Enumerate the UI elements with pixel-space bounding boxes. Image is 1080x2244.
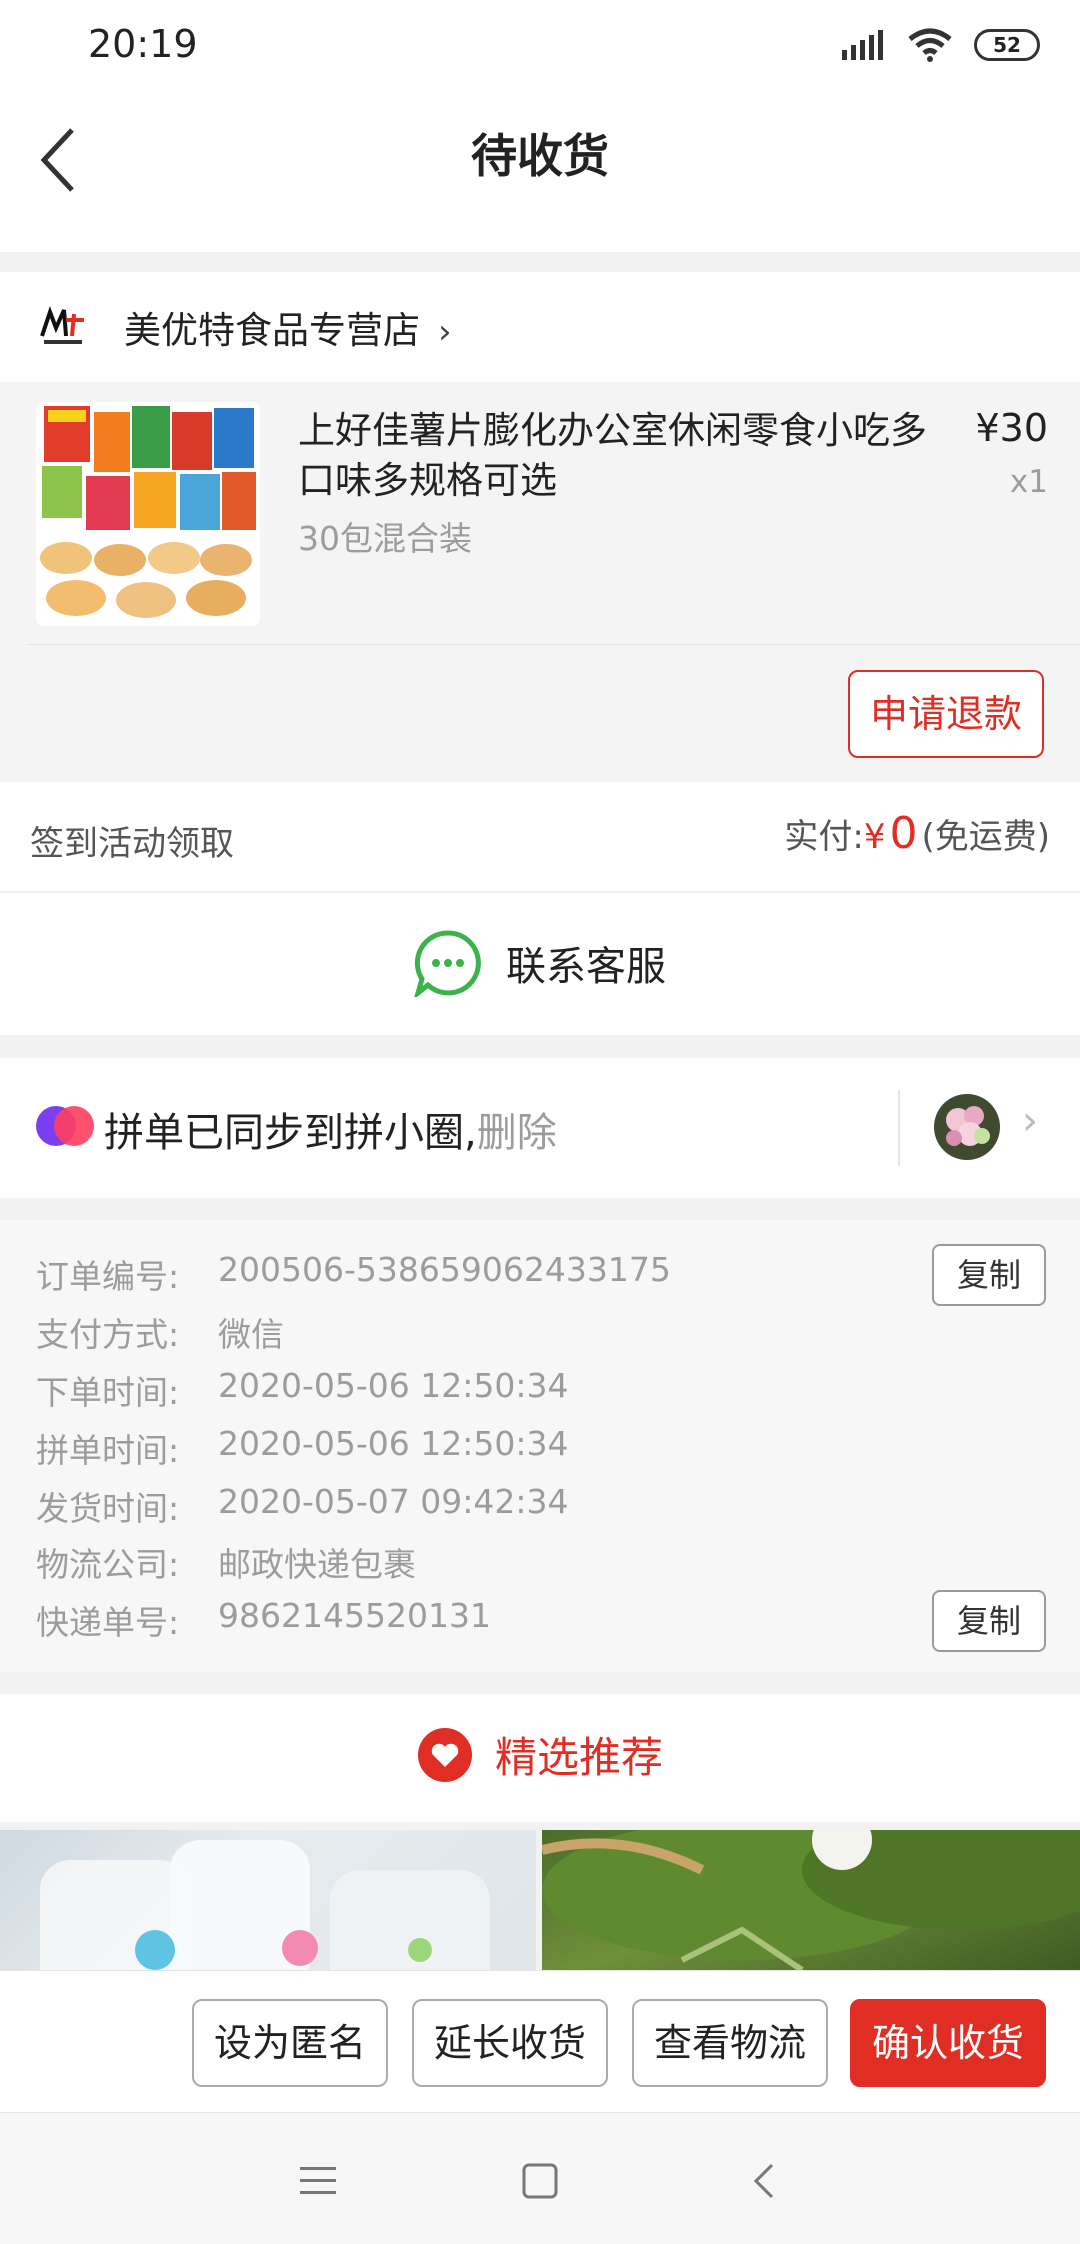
group-sync-row[interactable]: 拼单已同步到拼小圈,删除 › <box>0 1058 1080 1198</box>
set-anonymous-button[interactable]: 设为匿名 <box>192 1999 388 2087</box>
contact-service-button[interactable]: 联系客服 <box>0 893 1080 1035</box>
product-quantity: x1 <box>1009 464 1048 500</box>
signal-icon <box>842 30 883 60</box>
info-key: 订单编号: <box>36 1257 180 1296</box>
copy-order-number-button[interactable]: 复制 <box>932 1244 1046 1306</box>
group-sync-message: 拼单已同步到拼小圈, <box>104 1110 477 1156</box>
chevron-right-icon: › <box>438 312 452 352</box>
ship-time: 2020-05-07 09:42:34 <box>218 1482 569 1521</box>
product-image <box>36 402 260 626</box>
payment-method: 微信 <box>218 1315 284 1354</box>
menu-icon[interactable] <box>294 2157 342 2205</box>
battery-indicator: 52 <box>974 29 1040 61</box>
promo-label: 签到活动领取 <box>30 824 234 864</box>
group-sync-text: 拼单已同步到拼小圈,删除 <box>104 1100 557 1158</box>
store-row[interactable]: 美优特食品专营店 › <box>0 272 1080 382</box>
info-key: 下单时间: <box>36 1373 180 1412</box>
group-time: 2020-05-06 12:50:34 <box>218 1424 569 1463</box>
info-row-order-number: 订单编号: 200506-538659062433175 <box>36 1250 671 1298</box>
currency-symbol: ¥ <box>863 817 886 857</box>
paid-amount: 0 <box>889 808 918 859</box>
product-thumbnail[interactable] <box>36 402 260 626</box>
tracking-number: 9862145520131 <box>218 1596 491 1635</box>
payment-row: 签到活动领取 实付: ¥ 0 (免运费) <box>0 782 1080 892</box>
order-time: 2020-05-06 12:50:34 <box>218 1366 569 1405</box>
goods-card[interactable]: 上好佳薯片膨化办公室休闲零食小吃多口味多规格可选 30包混合装 ¥30 x1 申… <box>0 382 1080 782</box>
refund-button[interactable]: 申请退款 <box>848 670 1044 758</box>
recommend-product-image[interactable] <box>542 1830 1080 1970</box>
action-bar: 设为匿名 延长收货 查看物流 确认收货 <box>0 1970 1080 2112</box>
info-row-payment-method: 支付方式: 微信 <box>36 1308 284 1356</box>
store-logo-icon <box>40 306 84 344</box>
circles-logo-icon <box>36 1106 94 1146</box>
info-row-ship-time: 发货时间: 2020-05-07 09:42:34 <box>36 1482 568 1530</box>
extend-receipt-button[interactable]: 延长收货 <box>412 1999 608 2087</box>
info-key: 快递单号: <box>36 1603 180 1642</box>
view-logistics-button[interactable]: 查看物流 <box>632 1999 828 2087</box>
order-info: 订单编号: 200506-538659062433175 复制 支付方式: 微信… <box>0 1220 1080 1672</box>
page-header: 待收货 <box>0 96 1080 252</box>
wifi-icon <box>908 28 952 62</box>
avatar-image <box>934 1094 1000 1160</box>
info-key: 拼单时间: <box>36 1431 180 1470</box>
order-number: 200506-538659062433175 <box>218 1250 671 1289</box>
delete-link[interactable]: 删除 <box>477 1110 557 1156</box>
product-title: 上好佳薯片膨化办公室休闲零食小吃多口味多规格可选 <box>298 409 927 502</box>
confirm-receipt-button[interactable]: 确认收货 <box>850 1999 1046 2087</box>
info-row-logistics-company: 物流公司: 邮政快递包裹 <box>36 1538 416 1586</box>
heart-badge-icon <box>417 1727 472 1782</box>
info-key: 支付方式: <box>36 1315 180 1354</box>
recommend-title: 精选推荐 <box>494 1733 663 1782</box>
contact-service-label: 联系客服 <box>506 944 666 990</box>
paid-summary: 实付: ¥ 0 (免运费) <box>784 808 1050 859</box>
chevron-right-icon: › <box>1022 1098 1038 1144</box>
info-key: 物流公司: <box>36 1545 180 1584</box>
info-row-group-time: 拼单时间: 2020-05-06 12:50:34 <box>36 1424 568 1472</box>
store-name: 美优特食品专营店 <box>124 309 420 352</box>
product-image <box>40 1840 490 1970</box>
info-row-tracking-number: 快递单号: 9862145520131 <box>36 1596 491 1644</box>
recommend-header: 精选推荐 <box>0 1694 1080 1822</box>
shipping-note: (免运费) <box>921 817 1050 857</box>
status-icons: 52 <box>842 28 1040 62</box>
product-spec: 30包混合装 <box>298 519 472 558</box>
recommend-product-image[interactable] <box>0 1830 536 1970</box>
product-price: ¥30 <box>975 406 1048 450</box>
info-row-order-time: 下单时间: 2020-05-06 12:50:34 <box>36 1366 568 1414</box>
logistics-company: 邮政快递包裹 <box>218 1545 416 1584</box>
status-time: 20:19 <box>88 22 198 66</box>
product-image <box>542 1830 1080 1970</box>
page-title: 待收货 <box>471 129 609 183</box>
divider <box>898 1090 900 1166</box>
paid-label: 实付: <box>784 817 864 857</box>
status-bar: 20:19 52 <box>0 0 1080 96</box>
home-square-icon[interactable] <box>516 2157 564 2205</box>
avatar[interactable] <box>934 1094 1000 1160</box>
copy-tracking-number-button[interactable]: 复制 <box>932 1590 1046 1652</box>
info-key: 发货时间: <box>36 1489 180 1528</box>
nav-back-icon[interactable] <box>742 2157 790 2205</box>
divider <box>28 644 1080 645</box>
system-nav-bar <box>0 2112 1080 2244</box>
chat-bubble-icon <box>414 930 481 997</box>
